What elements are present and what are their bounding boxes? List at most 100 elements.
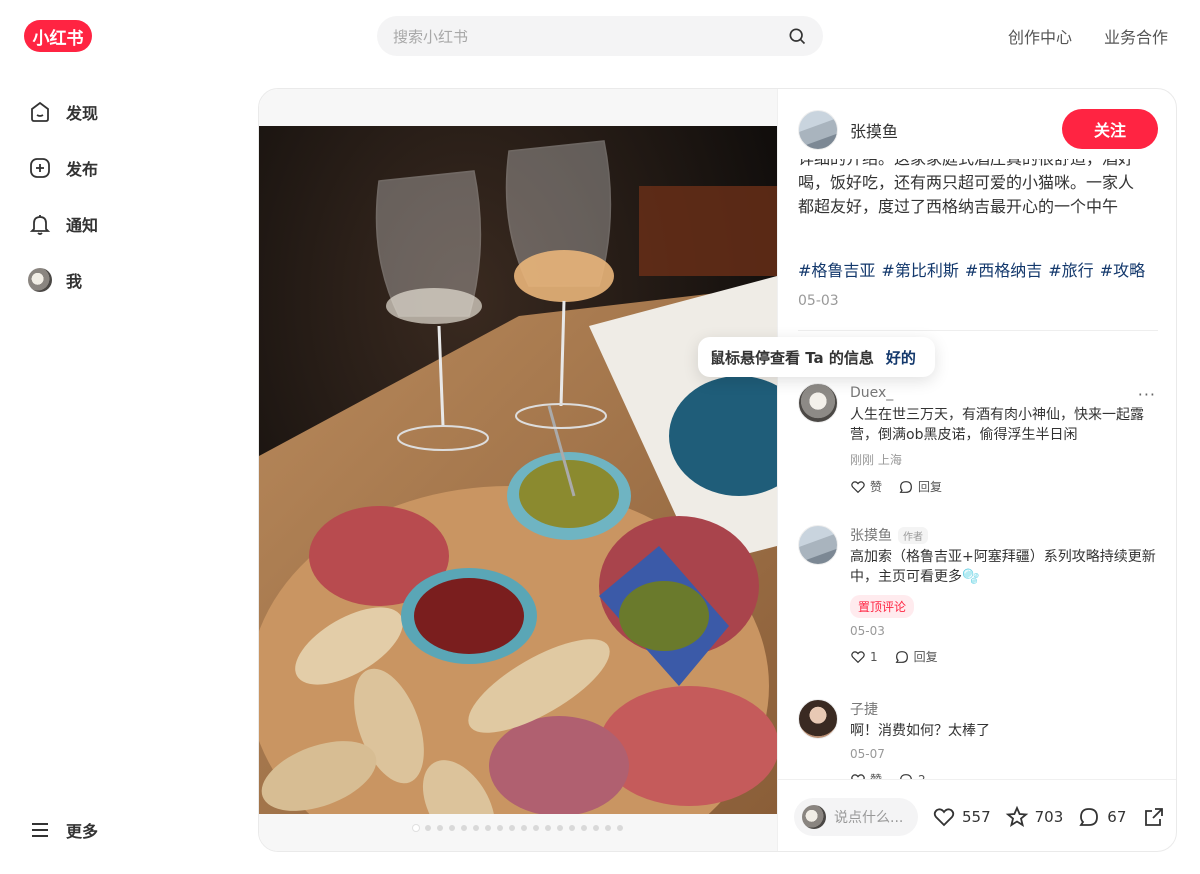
comment-icon (899, 480, 912, 493)
comment-icon (1079, 807, 1099, 826)
comment-avatar[interactable] (798, 383, 838, 423)
pager-dot[interactable] (437, 825, 443, 831)
sidebar-item-label: 我 (66, 272, 83, 291)
star-icon (1005, 805, 1028, 827)
comment-count: 67 (1107, 807, 1127, 826)
pager-dot[interactable] (425, 825, 431, 831)
pager-dot[interactable] (461, 825, 467, 831)
like-count: 557 (962, 807, 991, 826)
reply-button[interactable]: 回复 (898, 478, 942, 495)
pager-dot[interactable] (473, 825, 479, 831)
reply-button[interactable]: 2 (898, 772, 926, 779)
sidebar-item-label: 发现 (66, 104, 99, 123)
sidebar-item-notifications[interactable]: 通知 (28, 212, 98, 236)
comment-meta: 05-07 (850, 747, 885, 761)
home-icon (31, 101, 49, 122)
image-pager-dots[interactable] (413, 825, 623, 831)
comment-avatar[interactable] (798, 699, 838, 739)
hashtag-link[interactable]: #旅行 (1048, 257, 1093, 281)
heart-icon (851, 773, 865, 779)
collect-count: 703 (1034, 807, 1064, 826)
top-nav: 创作中心 业务合作 (1008, 24, 1168, 48)
pager-dot[interactable] (617, 825, 623, 831)
sidebar-more-label: 更多 (66, 822, 99, 841)
heart-icon (851, 650, 865, 663)
pager-dot[interactable] (485, 825, 491, 831)
hashtag-link[interactable]: #第比利斯 (881, 257, 958, 281)
author-avatar[interactable] (798, 110, 838, 150)
share-icon[interactable] (1142, 805, 1166, 829)
like-note-button[interactable]: 557 (932, 805, 991, 829)
heart-icon (851, 480, 865, 493)
business-link[interactable]: 业务合作 (1104, 24, 1168, 48)
bell-icon (29, 215, 51, 235)
comment-author[interactable]: Duex_ (850, 385, 893, 401)
pager-dot[interactable] (497, 825, 503, 831)
search-input[interactable]: 搜索小红书 (377, 16, 823, 56)
hashtag-link[interactable]: #格鲁吉亚 (798, 257, 875, 281)
plus-square-icon (30, 158, 50, 178)
heart-icon (933, 807, 955, 826)
comment-author[interactable]: 子捷 (850, 699, 878, 719)
author-info[interactable]: 张摸鱼 (798, 110, 898, 150)
xiaohongshu-logo[interactable]: 小红书 (24, 20, 92, 52)
pager-dot[interactable] (413, 825, 419, 831)
author-badge: 作者 (898, 526, 928, 544)
comment-author[interactable]: 张摸鱼 (850, 525, 892, 545)
sidebar-item-label: 发布 (66, 160, 99, 179)
hover-tip-ok-button[interactable]: 好的 (886, 347, 916, 368)
note-scroll-area[interactable]: 详细的介绍。这家家庭式酒庄真的很舒适，酒好 喝，饭好吃，还有两只超可爱的小猫咪。… (778, 159, 1176, 779)
collect-button[interactable]: 703 (1005, 805, 1064, 829)
hashtag-link[interactable]: #攻略 (1100, 257, 1145, 281)
menu-icon (32, 823, 48, 837)
pager-dot[interactable] (533, 825, 539, 831)
hashtag-link[interactable]: #西格纳吉 (965, 257, 1042, 281)
comment-input-placeholder: 说点什么... (834, 809, 904, 826)
pager-dot[interactable] (545, 825, 551, 831)
like-button[interactable]: 赞 (850, 771, 882, 779)
pager-dot[interactable] (449, 825, 455, 831)
charcuterie-photo (259, 126, 777, 814)
like-label: 赞 (870, 480, 883, 494)
search-placeholder: 搜索小红书 (393, 27, 469, 46)
comment-more-button[interactable]: ··· (1138, 385, 1156, 404)
like-button[interactable]: 赞 (850, 478, 882, 495)
sidebar-more-button[interactable]: 更多 (28, 818, 98, 842)
sidebar-item-me[interactable]: 我 (28, 268, 82, 292)
interaction-bar: 说点什么... 557 703 67 (778, 779, 1176, 851)
note-description-cut: 详细的介绍。这家家庭式酒庄真的很舒适，酒好 (798, 159, 1138, 171)
like-button[interactable]: 1 (850, 649, 878, 665)
pager-dot[interactable] (509, 825, 515, 831)
like-label: 赞 (870, 771, 882, 779)
comment-text: 人生在世三万天，有酒有肉小神仙，快来一起露营，倒满ob黑皮诺，偷得浮生半日闲 (850, 407, 1144, 443)
search-icon[interactable] (787, 26, 807, 46)
sidebar-item-discover[interactable]: 发现 (28, 100, 98, 124)
hover-tip-text: 鼠标悬停查看 Ta 的信息 (710, 348, 874, 367)
sidebar-item-publish[interactable]: 发布 (28, 156, 98, 180)
author-name[interactable]: 张摸鱼 (850, 118, 898, 142)
comment-meta: 05-03 (850, 624, 885, 638)
avatar (802, 804, 826, 829)
pager-dot[interactable] (581, 825, 587, 831)
comment-button[interactable]: 67 (1077, 805, 1126, 829)
comment-avatar[interactable] (798, 525, 838, 565)
note-side-panel: 张摸鱼 关注 详细的介绍。这家家庭式酒庄真的很舒适，酒好 喝，饭好吃，还有两只超… (777, 89, 1176, 851)
avatar (28, 268, 52, 292)
note-description: 详细的介绍。这家家庭式酒庄真的很舒适，酒好 喝，饭好吃，还有两只超可爱的小猫咪。… (798, 159, 1138, 219)
note-tags: #格鲁吉亚 #第比利斯 #西格纳吉 #旅行 #攻略 (798, 257, 1145, 281)
comment-icon (895, 650, 908, 663)
pager-dot[interactable] (557, 825, 563, 831)
comment-meta: 刚刚 上海 (850, 453, 902, 467)
creator-center-link[interactable]: 创作中心 (1008, 24, 1072, 48)
hover-tip: 鼠标悬停查看 Ta 的信息 好的 (698, 337, 935, 377)
pager-dot[interactable] (569, 825, 575, 831)
comment-icon (900, 773, 912, 779)
pager-dot[interactable] (605, 825, 611, 831)
comment-input[interactable]: 说点什么... (794, 797, 918, 836)
pager-dot[interactable] (593, 825, 599, 831)
pager-dot[interactable] (521, 825, 527, 831)
follow-button[interactable]: 关注 (1062, 109, 1158, 149)
reply-label: 回复 (918, 480, 943, 494)
note-photo[interactable] (259, 126, 777, 814)
reply-button[interactable]: 回复 (894, 648, 938, 665)
